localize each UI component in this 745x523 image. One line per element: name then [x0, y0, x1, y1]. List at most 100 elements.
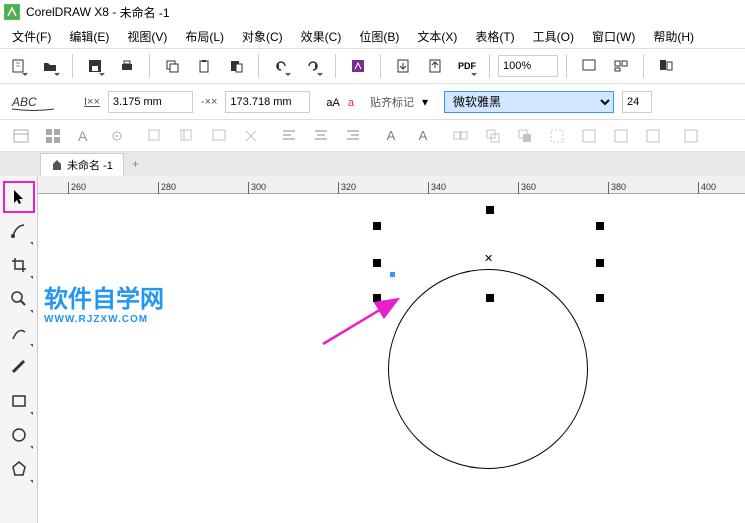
menu-view[interactable]: 视图(V): [119, 26, 175, 47]
opt-icon-6[interactable]: [174, 123, 200, 149]
selection-handle[interactable]: [373, 222, 381, 230]
menu-tool[interactable]: 工具(O): [525, 26, 582, 47]
tab-add-button[interactable]: +: [124, 154, 147, 174]
text-a1-icon[interactable]: aA: [326, 95, 339, 109]
menu-effect[interactable]: 效果(C): [293, 26, 350, 47]
selection-handle[interactable]: [486, 294, 494, 302]
canvas[interactable]: 软件自学网 WWW.RJZXW.COM 软件自学网 ✕: [38, 194, 745, 523]
selection-handle[interactable]: [486, 206, 494, 214]
menu-window[interactable]: 窗口(W): [584, 26, 643, 47]
opt-icon-8[interactable]: [238, 123, 264, 149]
align-left-icon[interactable]: [276, 123, 302, 149]
text-node-icon[interactable]: [390, 272, 395, 277]
new-button[interactable]: [4, 52, 32, 80]
center-marker-icon: ✕: [484, 252, 493, 265]
trim-icon[interactable]: [512, 123, 538, 149]
kerning-input[interactable]: [108, 91, 193, 113]
grid-button[interactable]: [607, 52, 635, 80]
polygon-tool[interactable]: [3, 453, 35, 485]
fullscreen-button[interactable]: [575, 52, 603, 80]
watermark-url: WWW.RJZXW.COM: [44, 314, 164, 325]
back-minus-icon[interactable]: [640, 123, 666, 149]
menu-table[interactable]: 表格(T): [467, 26, 522, 47]
opt-icon-4[interactable]: [104, 123, 130, 149]
rectangle-tool[interactable]: [3, 385, 35, 417]
ruler-tick: 320: [338, 182, 356, 194]
menu-file[interactable]: 文件(F): [4, 26, 59, 47]
doc-tab[interactable]: 未命名 -1: [40, 153, 124, 176]
paste-button[interactable]: [190, 52, 218, 80]
undo-button[interactable]: [267, 52, 295, 80]
menu-layout[interactable]: 布局(L): [177, 26, 232, 47]
zoom-input[interactable]: [498, 55, 558, 77]
ruler-tick: 280: [158, 182, 176, 194]
artistic-media-tool[interactable]: [3, 351, 35, 383]
horizontal-ruler[interactable]: 260 280 300 320 340 360 380 400: [38, 176, 745, 194]
text-a-icon[interactable]: A: [410, 123, 436, 149]
opt-icon-5[interactable]: [142, 123, 168, 149]
svg-text:ABC: ABC: [11, 95, 37, 109]
tab-bar: 未命名 -1 +: [0, 152, 745, 176]
menu-help[interactable]: 帮助(H): [645, 26, 702, 47]
selection-handle[interactable]: [373, 259, 381, 267]
ruler-tick: 300: [248, 182, 266, 194]
kerning-label: I××: [84, 96, 100, 108]
width-label: -××: [201, 96, 218, 108]
menubar: 文件(F) 编辑(E) 视图(V) 布局(L) 对象(C) 效果(C) 位图(B…: [0, 24, 745, 48]
opt-icon-2[interactable]: [40, 123, 66, 149]
separator: [643, 54, 644, 78]
selection-handle[interactable]: [596, 259, 604, 267]
opt-icon-3[interactable]: A: [72, 123, 98, 149]
opt-icon-7[interactable]: [206, 123, 232, 149]
print-button[interactable]: [113, 52, 141, 80]
pdf-button[interactable]: PDF: [453, 52, 481, 80]
shape-tool[interactable]: [3, 215, 35, 247]
separator: [258, 54, 259, 78]
combine-icon[interactable]: [448, 123, 474, 149]
export-button[interactable]: [421, 52, 449, 80]
text-a2-icon[interactable]: a: [348, 95, 354, 109]
intersect-icon[interactable]: [544, 123, 570, 149]
freehand-tool[interactable]: [3, 317, 35, 349]
redo-button[interactable]: [299, 52, 327, 80]
menu-object[interactable]: 对象(C): [234, 26, 291, 47]
opt-icon-1[interactable]: [8, 123, 34, 149]
selection-handle[interactable]: [596, 294, 604, 302]
ellipse-tool[interactable]: [3, 419, 35, 451]
snap-button[interactable]: [652, 52, 680, 80]
menu-edit[interactable]: 编辑(E): [61, 26, 117, 47]
dropdown-icon[interactable]: ▾: [422, 95, 428, 109]
app-logo-icon: [4, 4, 20, 20]
boundary-icon[interactable]: [678, 123, 704, 149]
align-right-icon[interactable]: [340, 123, 366, 149]
align-label: 贴齐标记: [370, 94, 414, 110]
front-minus-icon[interactable]: [608, 123, 634, 149]
separator: [335, 54, 336, 78]
crop-tool[interactable]: [3, 249, 35, 281]
simplify-icon[interactable]: [576, 123, 602, 149]
align-center-icon[interactable]: [308, 123, 334, 149]
pick-tool[interactable]: [3, 181, 35, 213]
text-A-icon[interactable]: A: [378, 123, 404, 149]
canvas-area: 260 280 300 320 340 360 380 400 软件自学网 WW…: [38, 176, 745, 523]
save-button[interactable]: [81, 52, 109, 80]
ruler-tick: 260: [68, 182, 86, 194]
zoom-tool[interactable]: [3, 283, 35, 315]
menu-bitmap[interactable]: 位图(B): [351, 26, 407, 47]
toolbox: [0, 176, 38, 523]
open-button[interactable]: [36, 52, 64, 80]
fontsize-input[interactable]: [622, 91, 652, 113]
import-button[interactable]: [389, 52, 417, 80]
clipboard-button[interactable]: [222, 52, 250, 80]
property-bar: ABC I×× -×× aA a 贴齐标记 ▾ 微软雅黑: [0, 84, 745, 120]
options-bar: A A A: [0, 120, 745, 152]
weld-icon[interactable]: [480, 123, 506, 149]
copy-button[interactable]: [158, 52, 186, 80]
font-select[interactable]: 微软雅黑: [444, 91, 614, 113]
selection-handle[interactable]: [596, 222, 604, 230]
title-sep: -: [109, 5, 120, 19]
menu-text[interactable]: 文本(X): [409, 26, 465, 47]
width-input[interactable]: [225, 91, 310, 113]
text-style-icon[interactable]: ABC: [8, 92, 68, 112]
search-button[interactable]: [344, 52, 372, 80]
